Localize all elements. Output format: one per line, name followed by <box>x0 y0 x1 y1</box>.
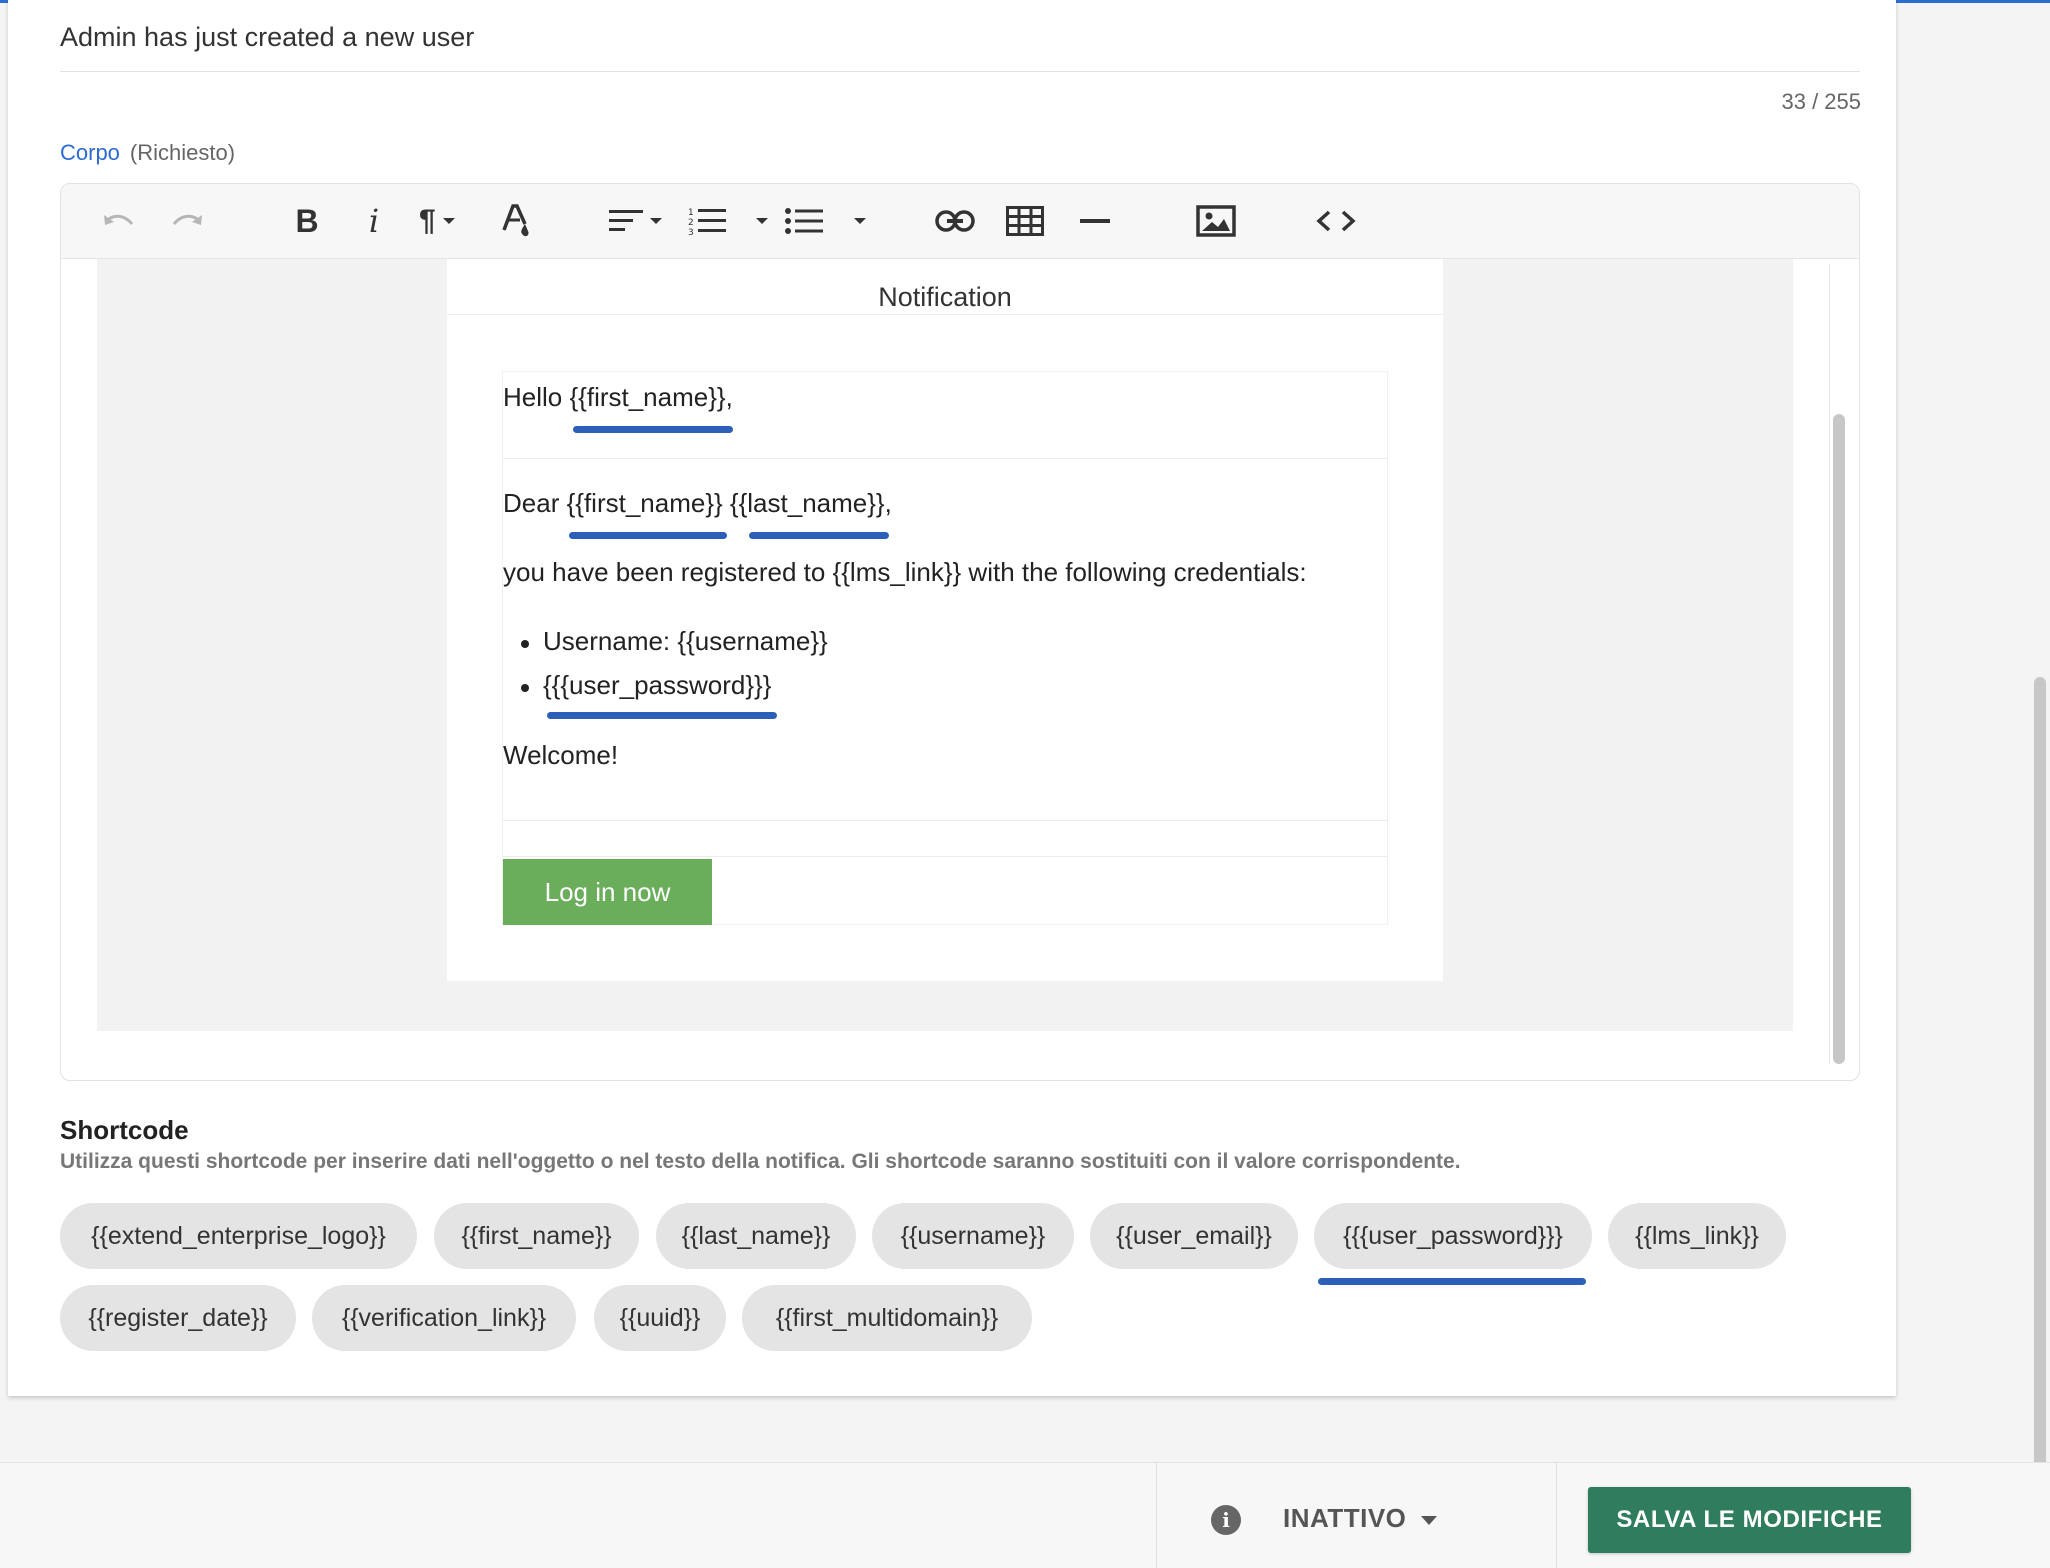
shortcode-chip[interactable]: {{first_multidomain}} <box>742 1285 1032 1351</box>
bullet-dot <box>521 684 529 692</box>
shortcode-chip[interactable]: {{{user_password}}} <box>1314 1203 1592 1269</box>
shortcode-chip[interactable]: {{username}} <box>872 1203 1074 1269</box>
shortcode-chip[interactable]: {{register_date}} <box>60 1285 296 1351</box>
footer-divider <box>1556 1463 1557 1568</box>
page-scrollbar-thumb[interactable] <box>2034 677 2046 1568</box>
svg-text:3: 3 <box>688 228 694 236</box>
italic-icon: i <box>368 202 380 240</box>
chevron-down-icon[interactable] <box>1421 1516 1437 1525</box>
insert-image-button[interactable] <box>1191 196 1241 246</box>
table-icon <box>1006 206 1044 236</box>
shortcode-chip[interactable]: {{first_name}} <box>434 1203 639 1269</box>
unordered-list-button[interactable] <box>783 196 825 246</box>
insert-table-button[interactable] <box>1003 196 1047 246</box>
subject-char-counter: 33 / 255 <box>1781 89 1861 114</box>
status-dropdown[interactable]: INATTIVO <box>1283 1503 1406 1534</box>
align-left-icon <box>609 210 643 231</box>
ordered-list-dropdown[interactable] <box>751 196 773 246</box>
shortcode-chip[interactable]: {{extend_enterprise_logo}} <box>60 1203 417 1269</box>
email-dear-line: Dear {{first_name}} {{last_name}}, <box>503 488 892 518</box>
paragraph-format-button[interactable]: ¶ <box>419 196 477 246</box>
rich-text-editor: B i ¶ 123 Notification Hello {{first_nam… <box>60 183 1860 1081</box>
text-color-icon <box>502 204 529 237</box>
email-bullet-username: Username: {{username}} <box>543 626 828 656</box>
paragraph-icon: ¶ <box>419 204 436 237</box>
bold-button[interactable]: B <box>287 196 327 246</box>
undo-button[interactable] <box>95 196 141 246</box>
shortcode-chip[interactable]: {{lms_link}} <box>1608 1203 1786 1269</box>
horizontal-rule-icon <box>1080 219 1110 223</box>
chevron-down-icon <box>756 218 768 224</box>
email-welcome: Welcome! <box>503 740 619 770</box>
annotation-underline <box>749 532 889 539</box>
chevron-down-icon <box>854 218 866 224</box>
italic-button[interactable]: i <box>357 196 391 246</box>
unordered-list-dropdown[interactable] <box>849 196 871 246</box>
subject-input[interactable]: Admin has just created a new user <box>60 22 474 53</box>
info-icon[interactable]: i <box>1211 1505 1241 1535</box>
editor-scrollbar[interactable] <box>1829 264 1847 1064</box>
insert-link-button[interactable] <box>933 196 977 246</box>
body-label: Corpo <box>60 140 120 165</box>
login-now-button[interactable]: Log in now <box>503 859 712 925</box>
annotation-underline <box>547 712 777 719</box>
shortcode-chip[interactable]: {{uuid}} <box>594 1285 726 1351</box>
shortcode-title: Shortcode <box>60 1115 189 1145</box>
annotation-underline <box>573 426 733 433</box>
shortcode-chip[interactable]: {{verification_link}} <box>312 1285 576 1351</box>
editor-toolbar: B i ¶ 123 <box>61 184 1859 259</box>
text-color-button[interactable] <box>497 196 537 246</box>
redo-button[interactable] <box>165 196 211 246</box>
chevron-down-icon <box>442 218 455 224</box>
link-icon <box>935 210 975 232</box>
shortcode-description: Utilizza questi shortcode per inserire d… <box>60 1150 1461 1173</box>
notification-form-card: Admin has just created a new user 33 / 2… <box>8 0 1896 1396</box>
bold-icon: B <box>295 202 319 239</box>
svg-text:2: 2 <box>688 218 694 228</box>
shortcode-chip[interactable]: {{last_name}} <box>656 1203 856 1269</box>
row-separator <box>503 856 1387 857</box>
annotation-underline <box>1318 1278 1586 1285</box>
email-template: Notification Hello {{first_name}}, Dear … <box>447 259 1443 981</box>
chevron-down-icon <box>650 218 662 224</box>
shortcode-chip[interactable]: {{user_email}} <box>1090 1203 1298 1269</box>
horizontal-rule-button[interactable] <box>1073 196 1117 246</box>
code-view-button[interactable] <box>1313 196 1359 246</box>
image-icon <box>1196 205 1236 237</box>
body-required-label: (Richiesto) <box>129 140 236 165</box>
editor-scrollbar-thumb[interactable] <box>1833 414 1845 1064</box>
unordered-list-icon <box>785 208 823 234</box>
editor-content-area[interactable]: Notification Hello {{first_name}}, Dear … <box>97 259 1793 1031</box>
undo-icon <box>104 214 134 226</box>
email-header: Notification <box>447 259 1443 315</box>
email-registered-line: you have been registered to {{lms_link}}… <box>503 557 1307 587</box>
align-button[interactable] <box>609 196 671 246</box>
email-bullet-password: {{{user_password}}} <box>543 670 772 700</box>
bullet-dot <box>521 640 529 648</box>
ordered-list-icon: 123 <box>688 208 726 236</box>
subject-input-underline <box>60 71 1860 72</box>
save-changes-button[interactable]: SALVA LE MODIFICHE <box>1588 1487 1911 1553</box>
row-separator <box>503 458 1387 459</box>
annotation-underline <box>569 532 727 539</box>
footer-bar: i INATTIVO SALVA LE MODIFICHE <box>0 1462 2050 1568</box>
email-greeting: Hello {{first_name}}, <box>503 382 733 412</box>
footer-divider <box>1156 1463 1157 1568</box>
code-view-icon <box>1316 210 1356 232</box>
row-separator <box>503 820 1387 821</box>
svg-text:1: 1 <box>688 208 694 218</box>
redo-icon <box>172 214 202 226</box>
ordered-list-button[interactable]: 123 <box>687 196 727 246</box>
body-field-label: Corpo (Richiesto) <box>60 140 235 166</box>
email-body: Hello {{first_name}}, Dear {{first_name}… <box>502 371 1388 925</box>
